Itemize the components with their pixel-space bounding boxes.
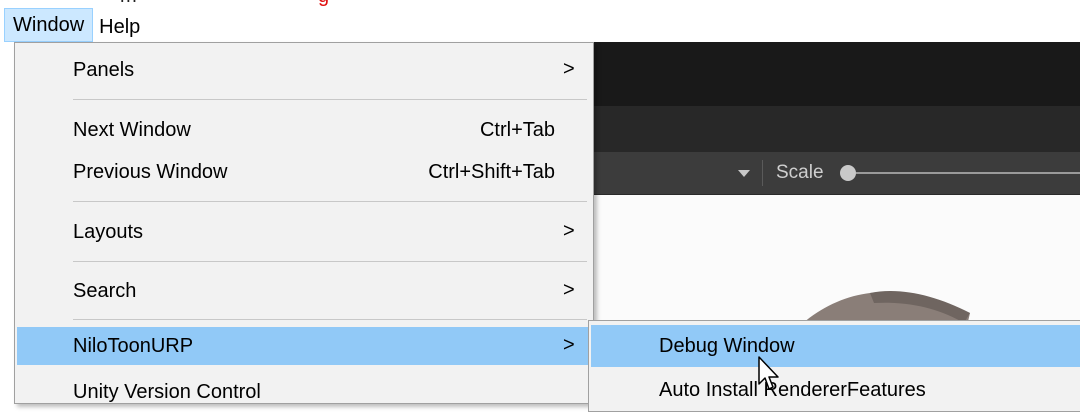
menu-separator [73, 261, 587, 262]
menubar: Window Help [0, 0, 146, 42]
menu-item-label: NiloToonURP [73, 335, 194, 357]
menu-item-label: Next Window [73, 119, 191, 141]
submenu-item-label: Debug Window [659, 335, 795, 357]
triangle-down-icon[interactable] [738, 170, 750, 177]
menu-item-nilotoonurp[interactable]: NiloToonURP > [17, 327, 591, 365]
chevron-right-icon: > [563, 334, 575, 356]
menu-item-layouts[interactable]: Layouts > [17, 213, 591, 251]
submenu-item-debug-window[interactable]: Debug Window [591, 325, 1080, 367]
menu-separator [73, 319, 587, 320]
scale-slider-track[interactable] [856, 172, 1080, 174]
menubar-help[interactable]: Help [93, 12, 146, 42]
annotation-text-fragment: m [120, 0, 420, 6]
menu-item-search[interactable]: Search > [17, 272, 591, 310]
menu-item-label: Layouts [73, 221, 144, 243]
menu-item-label: Previous Window [73, 161, 228, 183]
menu-separator [73, 201, 587, 202]
menu-item-previous-window[interactable]: Previous Window Ctrl+Shift+Tab [17, 153, 591, 191]
editor-title-area [590, 42, 1080, 106]
submenu-item-label: Auto Install RendererFeatures [659, 379, 926, 401]
menu-item-label: Search [73, 280, 137, 302]
mouse-pointer-icon [758, 356, 779, 390]
chevron-right-icon: > [563, 58, 575, 80]
nilotoon-submenu: Debug Window Auto Install RendererFeatur… [588, 320, 1080, 412]
top-strip: m g [0, 0, 1080, 42]
menu-item-label: Panels [73, 59, 135, 81]
menu-item-next-window[interactable]: Next Window Ctrl+Tab [17, 111, 591, 149]
menu-separator [73, 99, 587, 100]
scale-slider-knob[interactable] [840, 165, 856, 181]
annotation-red-text-fragment: g [318, 0, 329, 6]
scale-label: Scale [776, 162, 824, 183]
menubar-window[interactable]: Window [4, 8, 94, 42]
submenu-item-auto-install-rendererfeatures[interactable]: Auto Install RendererFeatures [591, 369, 1080, 411]
menu-item-shortcut: Ctrl+Tab [479, 119, 555, 141]
editor-tab-area [590, 106, 1080, 152]
toolbar-separator [762, 160, 763, 186]
menu-item-shortcut: Ctrl+Shift+Tab [428, 161, 555, 183]
chevron-right-icon: > [563, 220, 575, 242]
editor-toolbar: Scale [590, 152, 1080, 195]
chevron-right-icon: > [563, 279, 575, 301]
menu-item-unity-version-control[interactable]: Unity Version Control [17, 373, 591, 411]
menu-item-label: Unity Version Control [73, 381, 261, 403]
window-menu: Panels > Next Window Ctrl+Tab Previous W… [14, 42, 594, 404]
menu-item-panels[interactable]: Panels > [17, 51, 591, 89]
